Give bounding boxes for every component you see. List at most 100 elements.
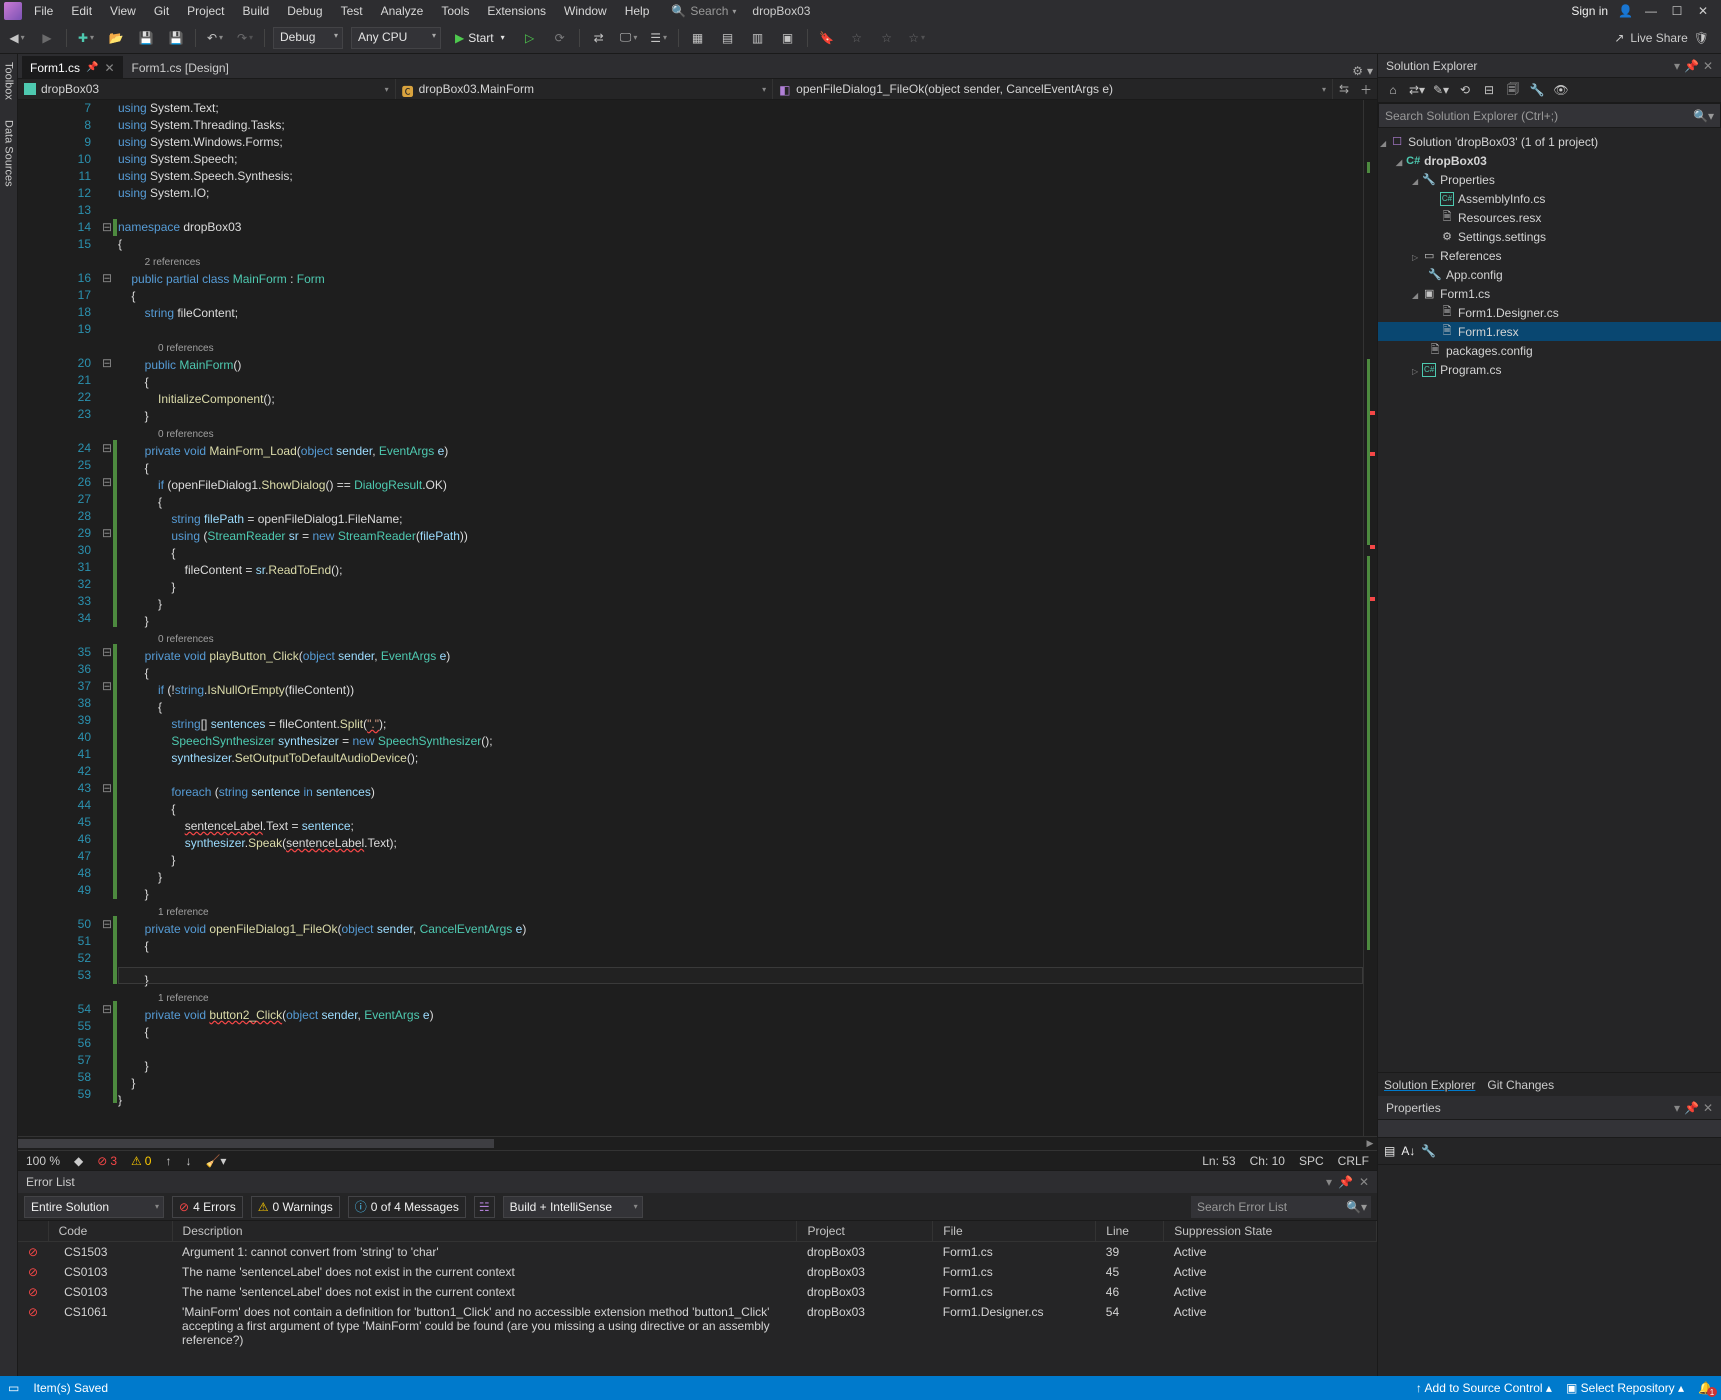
- pending-changes-icon[interactable]: ✎▾: [1432, 81, 1450, 99]
- save-all-button[interactable]: 💾: [165, 27, 187, 49]
- errorlist-scope-combo[interactable]: Entire Solution: [24, 1196, 164, 1218]
- errors-filter[interactable]: ⊘4 Errors: [172, 1196, 243, 1218]
- menu-build[interactable]: Build: [235, 2, 278, 20]
- line-ending[interactable]: CRLF: [1338, 1154, 1369, 1168]
- indent-mode[interactable]: SPC: [1299, 1154, 1324, 1168]
- nav-member-combo[interactable]: ◧openFileDialog1_FileOk(object sender, C…: [773, 79, 1333, 99]
- save-button[interactable]: 💾: [135, 27, 157, 49]
- tree-form1-designer[interactable]: 🗎Form1.Designer.cs: [1378, 303, 1721, 322]
- warning-count[interactable]: ⚠0: [131, 1154, 151, 1168]
- solution-config-combo[interactable]: Debug: [273, 27, 343, 49]
- menu-tools[interactable]: Tools: [433, 2, 477, 20]
- tab-git-changes[interactable]: Git Changes: [1487, 1078, 1554, 1092]
- menu-analyze[interactable]: Analyze: [373, 2, 432, 20]
- start-debug-button[interactable]: ▶Start▾: [449, 27, 511, 49]
- tree-program[interactable]: C#Program.cs: [1378, 360, 1721, 379]
- title-search[interactable]: 🔍 Search ▾: [671, 4, 736, 18]
- code-content[interactable]: using System.Text; using System.Threadin…: [118, 100, 1363, 1109]
- breakpoint-margin[interactable]: [18, 100, 46, 1136]
- error-row[interactable]: ⊘CS1503Argument 1: cannot convert from '…: [18, 1242, 1377, 1263]
- code-editor[interactable]: 7 8 9 10 11 12 13 14 15 16 17 18 19 20 2…: [18, 100, 1377, 1136]
- split-button[interactable]: ⇆: [1333, 82, 1355, 96]
- window-close-button[interactable]: ✕: [1695, 3, 1711, 19]
- menu-file[interactable]: File: [26, 2, 61, 20]
- menu-project[interactable]: Project: [179, 2, 232, 20]
- toolbar-dropdown-button[interactable]: ☰: [648, 27, 670, 49]
- uncomment-button[interactable]: ☆: [876, 27, 898, 49]
- clear-filter-button[interactable]: ☵: [474, 1196, 495, 1218]
- bookmark-button[interactable]: 🔖: [816, 27, 838, 49]
- panel-dropdown-icon[interactable]: ▾: [1674, 59, 1680, 73]
- properties-grid[interactable]: [1378, 1164, 1721, 1376]
- menu-test[interactable]: Test: [333, 2, 371, 20]
- menu-window[interactable]: Window: [556, 2, 615, 20]
- admin-icon[interactable]: 🛡: [1694, 31, 1709, 45]
- alphabetical-icon[interactable]: A↓: [1401, 1144, 1415, 1158]
- menu-edit[interactable]: Edit: [63, 2, 100, 20]
- home-icon[interactable]: ⌂: [1384, 81, 1402, 99]
- overview-ruler[interactable]: [1363, 100, 1377, 1136]
- solution-explorer-search[interactable]: Search Solution Explorer (Ctrl+;) 🔍▾: [1378, 103, 1721, 128]
- toolbox-tab[interactable]: Toolbox: [3, 62, 15, 100]
- datasources-tab[interactable]: Data Sources: [3, 120, 15, 187]
- toolbar-browser-button[interactable]: 🖵: [618, 27, 640, 49]
- tabs-overflow-button[interactable]: ⚙: [1352, 64, 1363, 78]
- menu-help[interactable]: Help: [617, 2, 658, 20]
- errorlist-search[interactable]: Search Error List🔍▾: [1191, 1196, 1371, 1218]
- sync-icon[interactable]: ⟲: [1456, 81, 1474, 99]
- horizontal-scrollbar[interactable]: ◀▶: [18, 1136, 1377, 1150]
- switch-views-icon[interactable]: ⇄▾: [1408, 81, 1426, 99]
- panel-dropdown-icon[interactable]: ▾: [1674, 1101, 1680, 1115]
- caret-line[interactable]: Ln: 53: [1202, 1154, 1235, 1168]
- window-maximize-button[interactable]: ☐: [1669, 3, 1685, 19]
- signin-icon[interactable]: 👤: [1618, 4, 1633, 18]
- error-column-header[interactable]: Suppression State: [1164, 1221, 1377, 1242]
- error-row[interactable]: ⊘CS1061'MainForm' does not contain a def…: [18, 1302, 1377, 1350]
- tree-properties[interactable]: 🔧Properties: [1378, 170, 1721, 189]
- property-pages-icon[interactable]: 🔧: [1421, 1144, 1436, 1158]
- pin-icon[interactable]: 📌: [86, 62, 98, 73]
- comment-button[interactable]: ☆: [846, 27, 868, 49]
- tabs-dropdown-button[interactable]: ▾: [1367, 64, 1373, 78]
- nav-project-combo[interactable]: dropBox03: [18, 79, 396, 99]
- error-table[interactable]: CodeDescriptionProjectFileLineSuppressio…: [18, 1221, 1377, 1376]
- open-file-button[interactable]: 📂: [105, 27, 127, 49]
- menu-view[interactable]: View: [102, 2, 144, 20]
- properties-object-combo[interactable]: [1378, 1120, 1721, 1138]
- nav-class-combo[interactable]: 🅲dropBox03.MainForm: [396, 79, 774, 99]
- add-source-control[interactable]: ↑ Add to Source Control ▴: [1416, 1381, 1552, 1395]
- nav-down-icon[interactable]: ↓: [185, 1154, 191, 1168]
- tab-form1-design[interactable]: Form1.cs [Design]: [124, 56, 237, 78]
- error-row[interactable]: ⊘CS0103The name 'sentenceLabel' does not…: [18, 1282, 1377, 1302]
- menu-extensions[interactable]: Extensions: [479, 2, 554, 20]
- tree-assemblyinfo[interactable]: C#AssemblyInfo.cs: [1378, 189, 1721, 208]
- more-button[interactable]: ☆: [906, 27, 928, 49]
- error-column-header[interactable]: Description: [172, 1221, 797, 1242]
- tree-resources[interactable]: 🗎Resources.resx: [1378, 208, 1721, 227]
- tab-solution-explorer[interactable]: Solution Explorer: [1384, 1078, 1475, 1092]
- messages-filter[interactable]: ⓘ0 of 4 Messages: [348, 1196, 466, 1218]
- tree-settings[interactable]: ⚙Settings.settings: [1378, 227, 1721, 246]
- cleanup-icon[interactable]: 🧹▾: [205, 1154, 226, 1168]
- panel-pin-icon[interactable]: 📌: [1684, 1101, 1699, 1115]
- liveshare-button[interactable]: Live Share: [1630, 31, 1687, 45]
- panel-close-icon[interactable]: ✕: [1703, 59, 1713, 73]
- menu-git[interactable]: Git: [146, 2, 177, 20]
- nav-up-icon[interactable]: ↑: [165, 1154, 171, 1168]
- caret-col[interactable]: Ch: 10: [1250, 1154, 1285, 1168]
- notifications-icon[interactable]: 🔔1: [1698, 1381, 1713, 1395]
- tree-references[interactable]: ▭References: [1378, 246, 1721, 265]
- layout-button-4[interactable]: ▣: [777, 27, 799, 49]
- output-icon[interactable]: ▭: [8, 1381, 19, 1395]
- build-intellisense-combo[interactable]: Build + IntelliSense: [503, 1196, 643, 1218]
- panel-pin-icon[interactable]: 📌: [1338, 1175, 1353, 1189]
- layout-button-3[interactable]: ▥: [747, 27, 769, 49]
- preview-icon[interactable]: 👁: [1552, 81, 1570, 99]
- tab-form1-cs[interactable]: Form1.cs 📌 ✕: [22, 56, 123, 78]
- tree-project[interactable]: C#dropBox03: [1378, 151, 1721, 170]
- select-repository[interactable]: ▣ Select Repository ▴: [1566, 1381, 1684, 1395]
- menu-debug[interactable]: Debug: [279, 2, 330, 20]
- show-all-icon[interactable]: 🗐: [1504, 81, 1522, 99]
- panel-close-icon[interactable]: ✕: [1703, 1101, 1713, 1115]
- close-icon[interactable]: ✕: [104, 61, 114, 75]
